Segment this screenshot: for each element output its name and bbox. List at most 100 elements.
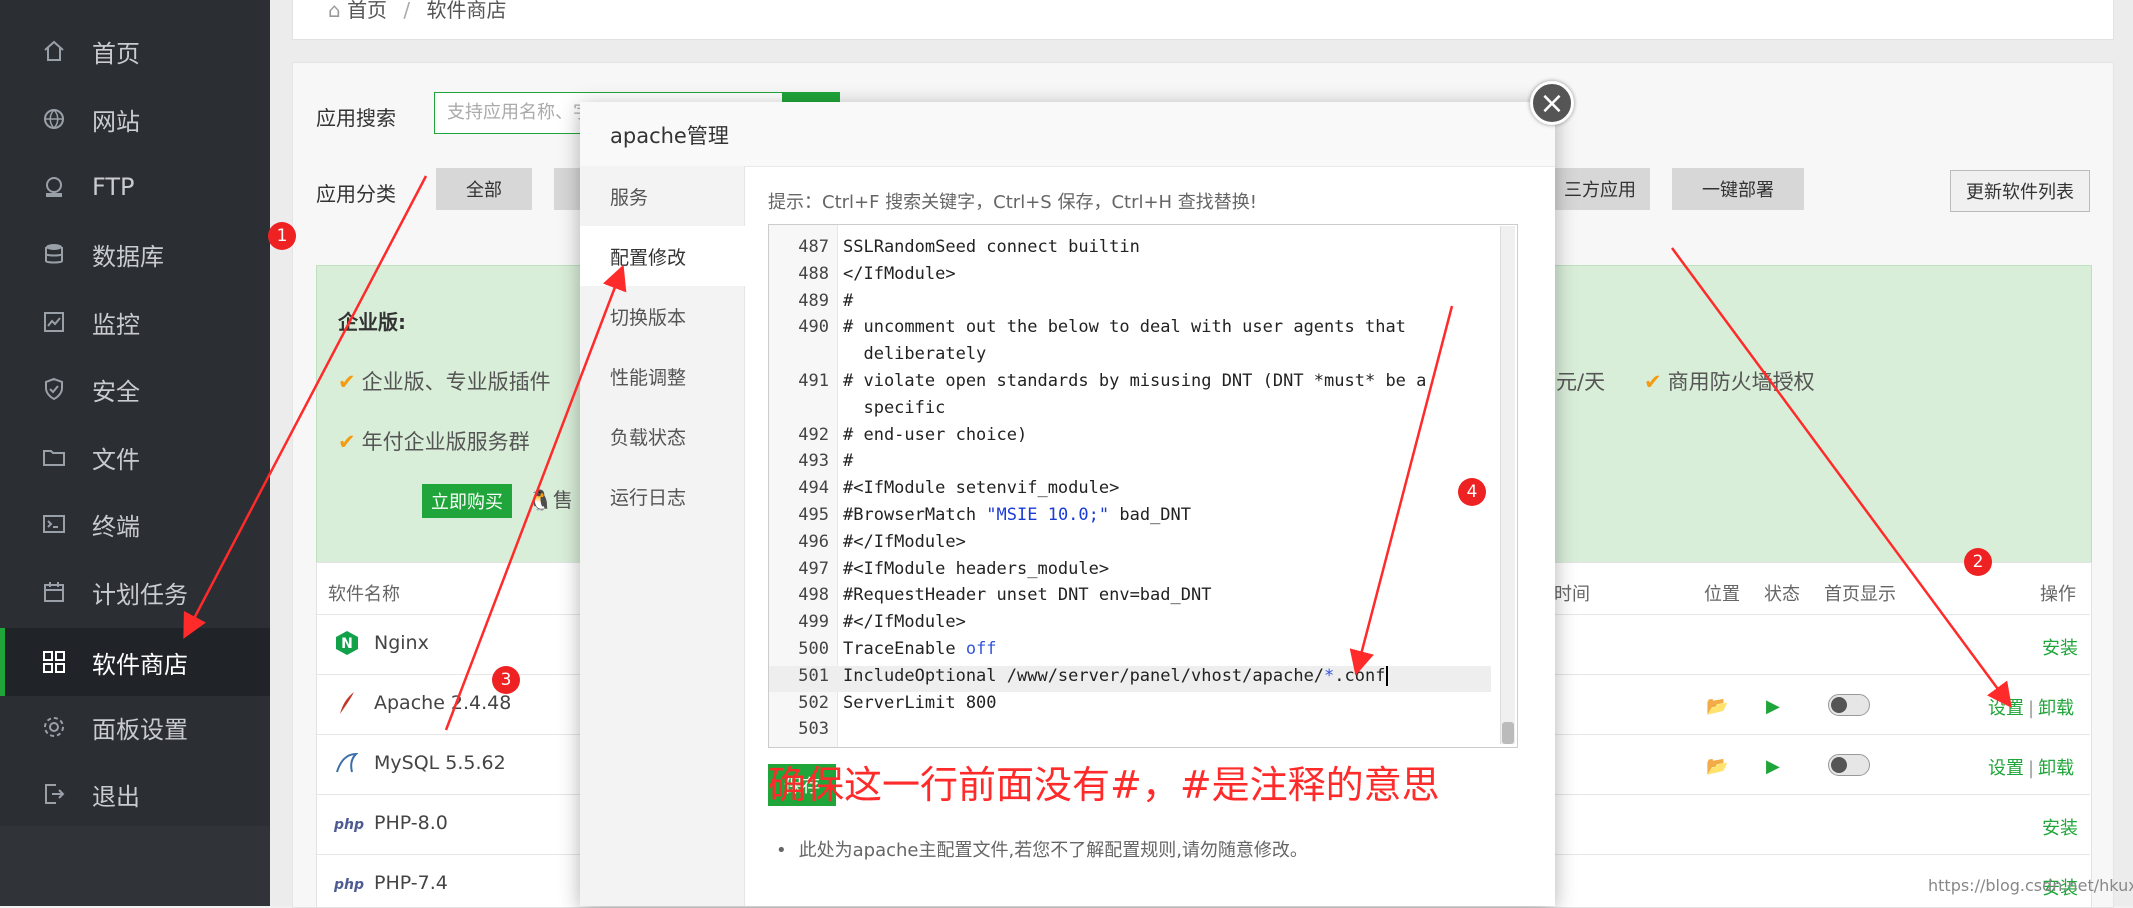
table-row-name: PHP-8.0 <box>374 812 448 834</box>
terminal-icon <box>40 510 68 538</box>
mysql-dolphin-icon <box>334 750 360 776</box>
qq-contact[interactable]: 🐧售 <box>528 484 573 513</box>
check-icon: ✔ <box>338 370 356 394</box>
sidebar-item-software-store[interactable]: 软件商店 <box>0 628 270 696</box>
sidebar-item-panel-settings[interactable]: 面板设置 <box>0 696 270 758</box>
sidebar-item-monitor[interactable]: 监控 <box>0 291 270 353</box>
homepage-toggle[interactable] <box>1828 694 1870 716</box>
sidebar-item-label: 面板设置 <box>92 715 188 744</box>
globe-icon <box>40 105 68 133</box>
qq-label: 售 <box>552 488 573 512</box>
sidebar-item-ftp[interactable]: FTP <box>0 156 270 218</box>
line-number: 495 <box>798 505 829 525</box>
sidebar-item-logout[interactable]: 退出 <box>0 763 270 825</box>
sidebar-item-database[interactable]: 数据库 <box>0 223 270 285</box>
gear-icon <box>40 713 68 741</box>
sidebar-item-files[interactable]: 文件 <box>0 426 270 488</box>
table-header-time: 时间 <box>1554 584 1590 605</box>
tab-service[interactable]: 服务 <box>580 166 744 226</box>
sidebar-item-label: 终端 <box>92 512 140 541</box>
sidebar-item-label: 计划任务 <box>92 580 188 609</box>
sidebar-item-website[interactable]: 网站 <box>0 88 270 150</box>
code-line: #BrowserMatch "MSIE 10.0;" bad_DNT <box>843 505 1192 525</box>
tab-performance[interactable]: 性能调整 <box>580 346 744 406</box>
modal-title: apache管理 <box>610 124 729 148</box>
breadcrumb-home[interactable]: 首页 <box>347 0 387 22</box>
sidebar-item-home[interactable]: 首页 <box>0 20 270 82</box>
play-icon[interactable]: ▶ <box>1766 696 1780 717</box>
line-number: 487 <box>798 237 829 257</box>
code-line: #RequestHeader unset DNT env=bad_DNT <box>843 585 1212 606</box>
sidebar-item-terminal[interactable]: 终端 <box>0 493 270 555</box>
apache-feather-icon <box>334 690 360 716</box>
folder-icon[interactable]: 📂 <box>1706 696 1728 717</box>
editor-scrollbar[interactable] <box>1500 226 1515 744</box>
editor-tip: 提示：Ctrl+F 搜索关键字，Ctrl+S 保存，Ctrl+H 查找替换! <box>768 192 1258 213</box>
folder-icon <box>40 443 68 471</box>
sidebar-item-security[interactable]: 安全 <box>0 358 270 420</box>
enterprise-feature: ✔ 年付企业版服务群 <box>338 430 530 454</box>
sidebar-item-label: 软件商店 <box>92 650 188 679</box>
tab-load-status[interactable]: 负载状态 <box>580 406 744 466</box>
folder-icon[interactable]: 📂 <box>1706 756 1728 777</box>
code-line: #</IfModule> <box>843 531 966 552</box>
code-line: # <box>843 451 854 472</box>
category-one-click-button[interactable]: 一键部署 <box>1672 168 1804 210</box>
settings-link[interactable]: 设置 <box>1988 698 2024 719</box>
config-note: • 此处为apache主配置文件,若您不了解配置规则,请勿随意修改。 <box>776 840 1308 861</box>
uninstall-link[interactable]: 卸载 <box>2038 698 2074 719</box>
row-actions: 设置 | 卸载 <box>1988 758 2075 779</box>
qq-icon: 🐧 <box>528 488 553 512</box>
check-icon: ✔ <box>1644 370 1662 394</box>
sidebar-item-label: 网站 <box>92 107 140 136</box>
code-line: # end-user choice) <box>843 424 1028 445</box>
php-icon: php <box>333 877 364 893</box>
table-row-name: MySQL 5.5.62 <box>374 752 506 774</box>
line-number: 499 <box>798 612 829 633</box>
tab-config[interactable]: 配置修改 <box>580 226 746 286</box>
breadcrumb-sep: / <box>403 0 411 22</box>
install-link[interactable]: 安装 <box>2042 814 2078 840</box>
config-editor[interactable]: 487 SSLRandomSeed connect builtin 488 </IfM… <box>768 224 1518 748</box>
line-number: 492 <box>798 424 829 445</box>
category-third-party-button[interactable]: 三方应用 <box>1550 168 1650 210</box>
line-number: 498 <box>798 585 829 606</box>
buy-now-button[interactable]: 立即购买 <box>422 484 512 518</box>
shield-icon <box>40 375 68 403</box>
tab-switch-version[interactable]: 切换版本 <box>580 286 744 346</box>
database-icon <box>40 240 68 268</box>
play-icon[interactable]: ▶ <box>1766 756 1780 777</box>
home-icon: ⌂ <box>328 0 341 22</box>
uninstall-link[interactable]: 卸载 <box>2038 758 2074 779</box>
update-software-list-button[interactable]: 更新软件列表 <box>1950 170 2090 212</box>
check-icon: ✔ <box>338 430 356 454</box>
homepage-toggle[interactable] <box>1828 754 1870 776</box>
line-number: 490 <box>798 317 829 338</box>
close-icon[interactable]: × <box>1530 81 1574 125</box>
line-number: 488 <box>798 263 829 284</box>
sidebar-item-label: 安全 <box>92 377 140 406</box>
row-actions: 设置 | 卸载 <box>1988 698 2075 719</box>
tab-run-log[interactable]: 运行日志 <box>580 466 744 526</box>
category-all-button[interactable]: 全部 <box>436 168 532 210</box>
home-icon <box>40 37 68 65</box>
table-header-location: 位置 <box>1704 584 1740 605</box>
line-number: 500 <box>798 639 829 659</box>
line-number: 494 <box>798 478 829 499</box>
table-header-homepage: 首页显示 <box>1824 584 1896 605</box>
sidebar-item-cron[interactable]: 计划任务 <box>0 561 270 623</box>
svg-text:N: N <box>341 636 353 652</box>
sidebar-bottom <box>0 826 270 906</box>
table-header-actions: 操作 <box>2040 584 2076 605</box>
install-link[interactable]: 安装 <box>2042 634 2078 660</box>
code-line: # violate open standards by misusing DNT… <box>843 371 1427 391</box>
grid-icon <box>40 648 68 676</box>
editor-scroll-thumb[interactable] <box>1502 722 1514 744</box>
watermark: https://blog.csdn.net/hkuxia <box>1928 876 2133 895</box>
sidebar-item-label: 首页 <box>92 39 140 68</box>
code-line: TraceEnable off <box>843 639 997 659</box>
enterprise-title: 企业版: <box>338 310 406 334</box>
line-number: 503 <box>798 719 829 740</box>
settings-link[interactable]: 设置 <box>1988 758 2024 779</box>
code-line: #<IfModule setenvif_module> <box>843 478 1120 499</box>
